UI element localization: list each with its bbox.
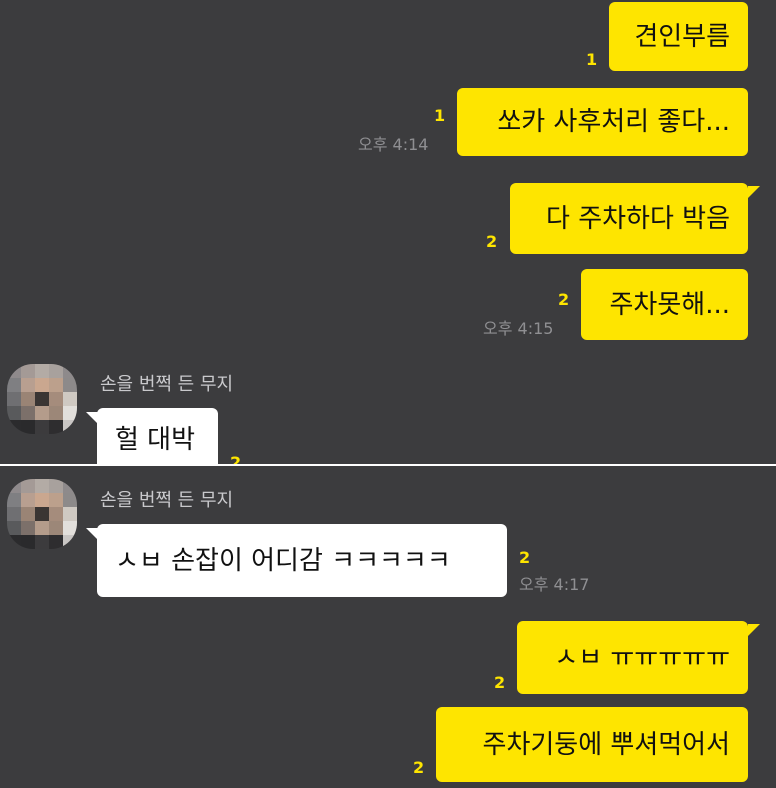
chat-screenshot-top: 견인부름 1 쏘카 사후처리 좋다... 1 오후 4:14 다 주차하다 박음… <box>0 0 776 464</box>
chat-screenshot-bottom: 손을 번쩍 든 무지 ㅅㅂ 손잡이 어디감 ㅋㅋㅋㅋㅋ 2 오후 4:17 ㅅㅂ… <box>0 466 776 788</box>
unread-count: 1 <box>434 106 446 125</box>
message-text: 견인부름 <box>634 21 730 52</box>
message-text: ㅅㅂ 손잡이 어디감 ㅋㅋㅋㅋㅋ <box>115 545 451 576</box>
unread-count: 2 <box>558 290 570 309</box>
my-message-bubble[interactable]: ㅅㅂ ㅠㅠㅠㅠㅠ <box>517 621 748 694</box>
bubble-tail <box>748 624 760 636</box>
friend-message-bubble[interactable]: ㅅㅂ 손잡이 어디감 ㅋㅋㅋㅋㅋ <box>97 524 507 597</box>
my-message-bubble[interactable]: 주차못해... <box>581 269 748 340</box>
my-message-bubble[interactable]: 주차기둥에 뿌셔먹어서 <box>436 707 748 782</box>
bubble-tail <box>748 186 760 198</box>
unread-count: 2 <box>230 453 242 464</box>
unread-count: 2 <box>486 232 498 251</box>
message-text: 주차못해... <box>609 289 730 320</box>
my-message-bubble[interactable]: 쏘카 사후처리 좋다... <box>457 88 748 156</box>
avatar[interactable] <box>7 479 77 549</box>
friend-message-bubble[interactable]: 헐 대박 <box>97 408 218 464</box>
my-message-bubble[interactable]: 견인부름 <box>609 2 748 71</box>
unread-count: 1 <box>586 50 598 69</box>
sender-name: 손을 번쩍 든 무지 <box>100 490 234 511</box>
unread-count: 2 <box>413 758 425 777</box>
message-text: 쏘카 사후처리 좋다... <box>497 107 730 137</box>
my-message-bubble[interactable]: 다 주차하다 박음 <box>510 183 748 254</box>
message-text: ㅅㅂ ㅠㅠㅠㅠㅠ <box>554 642 730 673</box>
message-timestamp: 오후 4:17 <box>519 575 590 594</box>
sender-name: 손을 번쩍 든 무지 <box>100 374 234 395</box>
message-text: 다 주차하다 박음 <box>546 203 730 234</box>
message-text: 주차기둥에 뿌셔먹어서 <box>482 729 730 760</box>
message-text: 헐 대박 <box>115 425 196 455</box>
avatar[interactable] <box>7 364 77 434</box>
unread-count: 2 <box>494 673 506 692</box>
unread-count: 2 <box>519 548 531 567</box>
message-timestamp: 오후 4:14 <box>358 135 429 154</box>
message-timestamp: 오후 4:15 <box>483 319 554 338</box>
